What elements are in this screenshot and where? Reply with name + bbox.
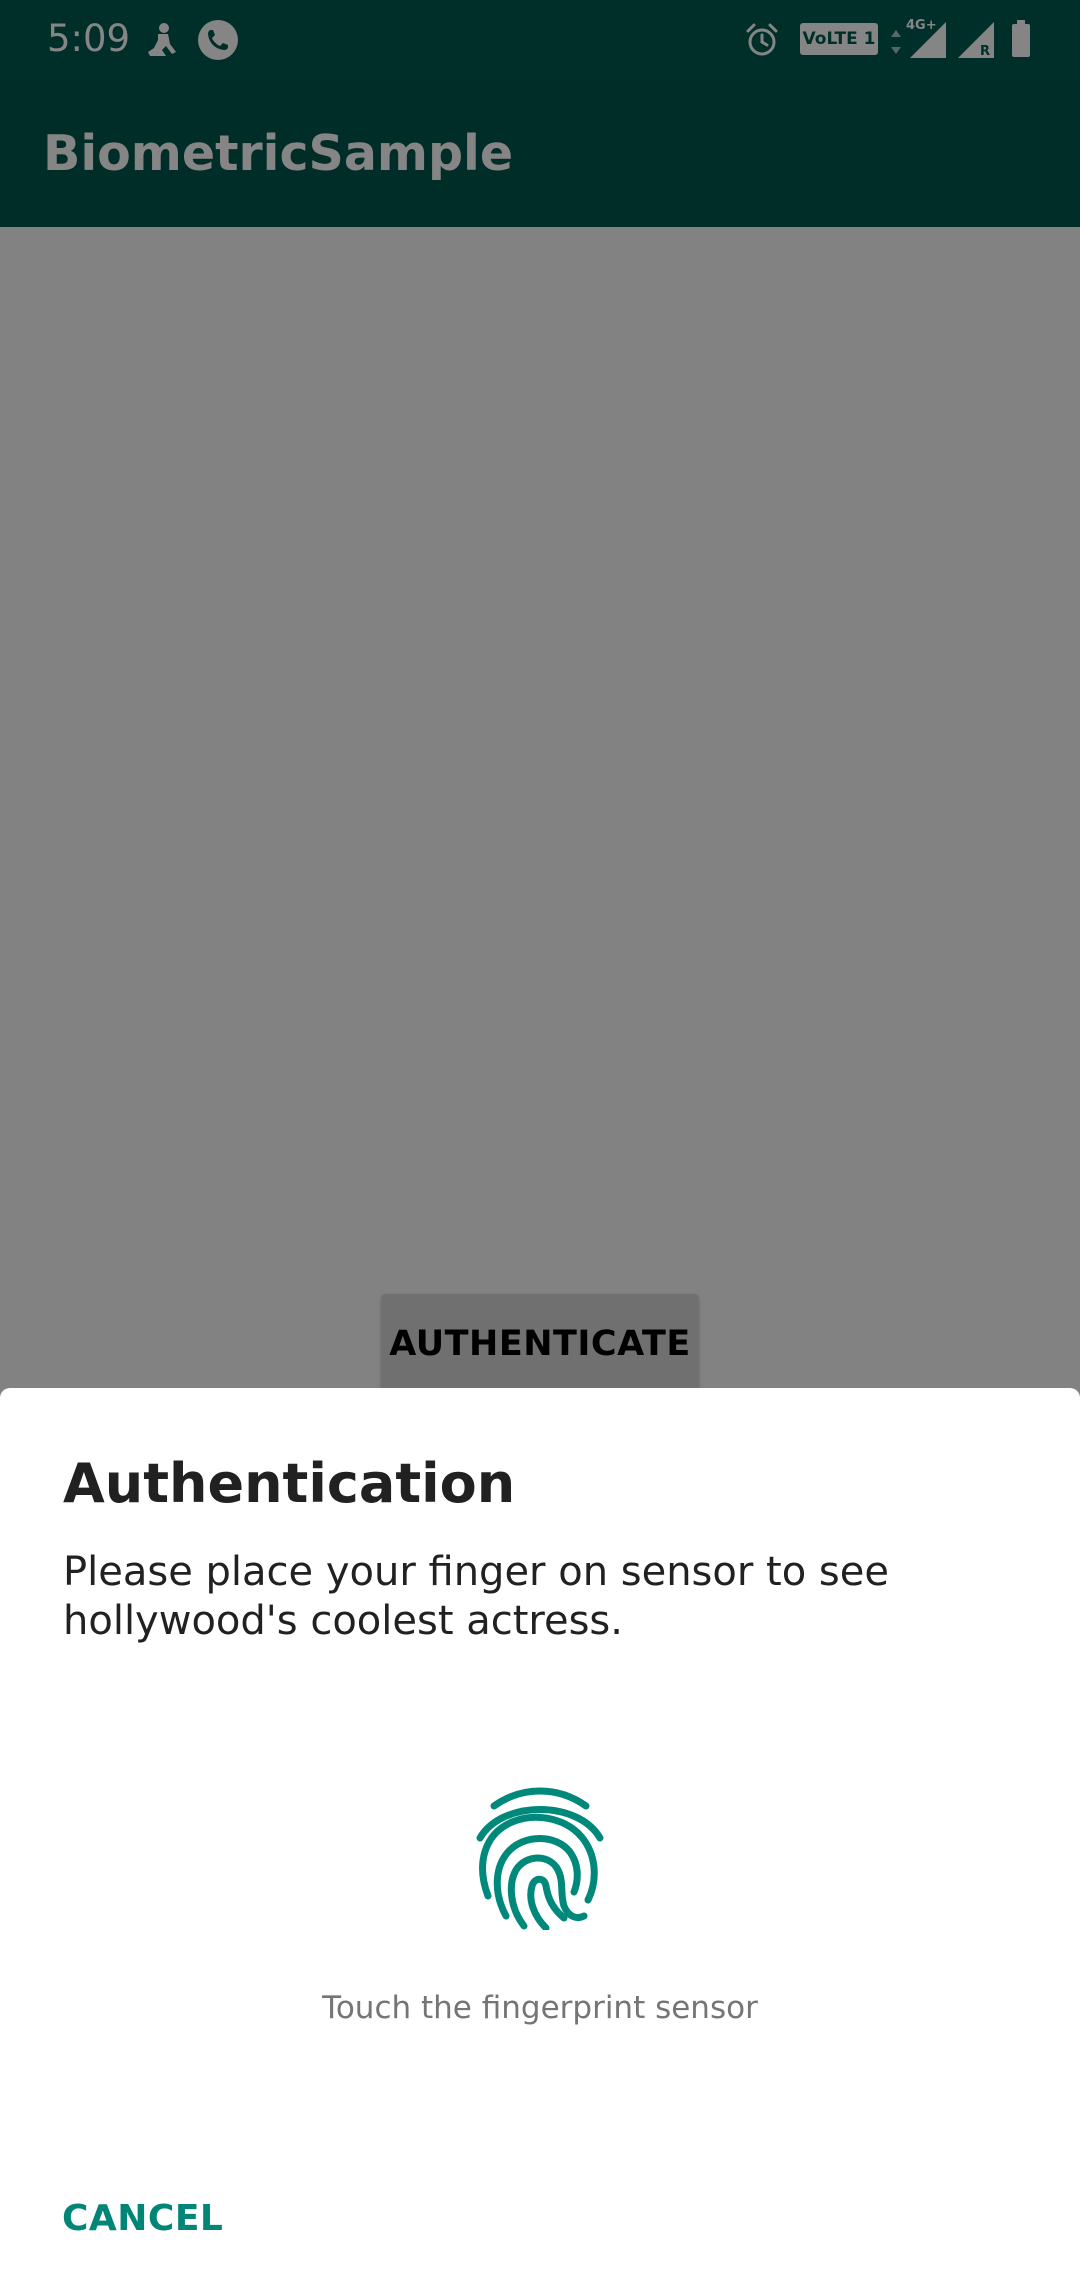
cancel-button[interactable]: CANCEL [40, 2188, 245, 2249]
dialog-title: Authentication [63, 1452, 516, 1515]
dialog-description: Please place your finger on sensor to se… [63, 1549, 889, 1644]
biometric-dialog: Authentication Please place your finger … [0, 1388, 1080, 2280]
fingerprint-icon [476, 1787, 604, 1930]
fingerprint-hint: Touch the fingerprint sensor [322, 1990, 758, 2026]
